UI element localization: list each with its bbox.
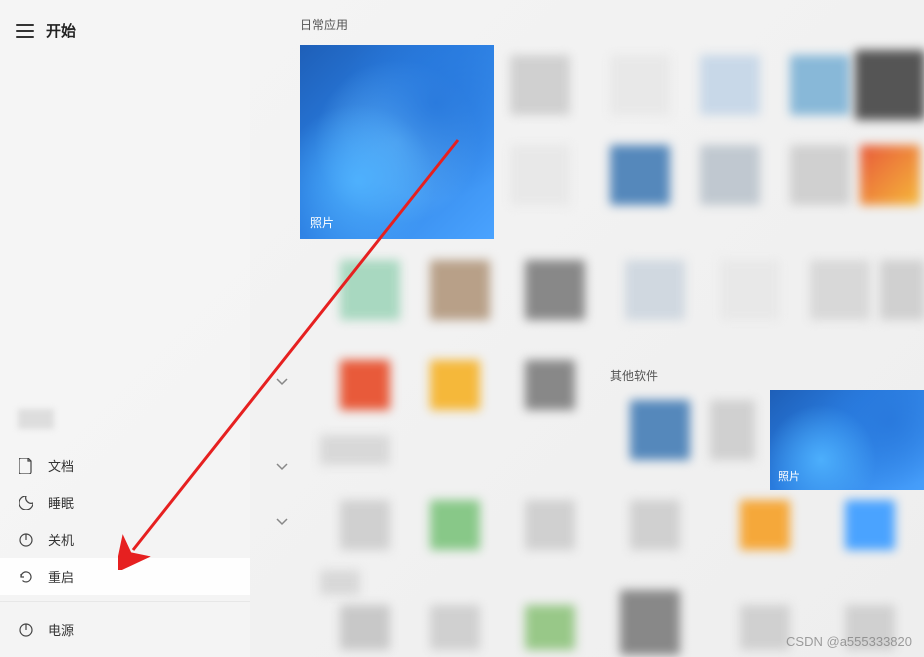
hamburger-icon[interactable]	[16, 24, 34, 38]
user-section-blurred	[18, 409, 54, 429]
app-tile-blurred[interactable]	[510, 55, 570, 115]
app-tile-blurred[interactable]	[610, 145, 670, 205]
photos-tile-small[interactable]: 照片	[770, 390, 924, 490]
menu-power[interactable]: 电源	[0, 601, 250, 657]
app-tile-blurred[interactable]	[340, 500, 390, 550]
app-tile-blurred[interactable]	[510, 145, 570, 205]
app-tile-blurred[interactable]	[710, 400, 755, 460]
app-tile-blurred[interactable]	[620, 590, 680, 655]
chevron-down-icon[interactable]	[270, 370, 294, 394]
menu-shutdown[interactable]: 关机	[0, 521, 250, 558]
app-tile-blurred[interactable]	[700, 145, 760, 205]
app-tile-blurred[interactable]	[430, 605, 480, 650]
sidebar: 开始 文档 睡眠 关机 重启 电源	[0, 0, 250, 657]
start-title: 开始	[46, 20, 76, 41]
app-tile-blurred[interactable]	[790, 145, 850, 205]
app-tile-blurred[interactable]	[880, 260, 924, 320]
app-tile-blurred[interactable]	[630, 500, 680, 550]
menu-label: 文档	[48, 456, 74, 475]
menu-label: 电源	[48, 620, 74, 639]
menu-sleep[interactable]: 睡眠	[0, 484, 250, 521]
restart-icon	[18, 569, 34, 585]
app-tile-blurred[interactable]	[790, 55, 850, 115]
chevron-down-icon[interactable]	[270, 510, 294, 534]
app-tile-blurred[interactable]	[740, 500, 790, 550]
app-tile-blurred[interactable]	[610, 55, 670, 115]
section-daily-apps: 日常应用	[300, 16, 914, 33]
app-tile-blurred[interactable]	[525, 260, 585, 320]
section-other-software: 其他软件	[610, 367, 658, 384]
app-tile-blurred[interactable]	[740, 605, 790, 650]
document-icon	[18, 458, 34, 474]
app-tile-blurred[interactable]	[630, 400, 690, 460]
watermark: CSDN @a555333820	[786, 634, 912, 649]
app-tile-blurred[interactable]	[525, 500, 575, 550]
app-tile-blurred[interactable]	[340, 360, 390, 410]
app-tile-blurred[interactable]	[845, 500, 895, 550]
app-tile-blurred[interactable]	[340, 260, 400, 320]
app-tile-blurred[interactable]	[430, 360, 480, 410]
menu-documents[interactable]: 文档	[0, 447, 250, 484]
app-tile-blurred[interactable]	[855, 50, 924, 120]
chevron-down-icon[interactable]	[270, 455, 294, 479]
app-tile-blurred[interactable]	[700, 55, 760, 115]
menu-label: 关机	[48, 530, 74, 549]
app-tile-blurred[interactable]	[320, 570, 360, 595]
app-tile-blurred[interactable]	[720, 260, 780, 320]
moon-icon	[18, 495, 34, 511]
app-tile-blurred[interactable]	[860, 145, 920, 205]
app-tile-blurred[interactable]	[430, 260, 490, 320]
power-icon	[18, 622, 34, 638]
app-tile-blurred[interactable]	[525, 360, 575, 410]
photos-tile-large[interactable]: 照片	[300, 45, 494, 239]
power-icon	[18, 532, 34, 548]
app-tile-blurred[interactable]	[320, 435, 390, 465]
app-tile-blurred[interactable]	[430, 500, 480, 550]
main-content: 日常应用 照片 其他软件 照片	[260, 0, 924, 657]
sidebar-header: 开始	[0, 0, 250, 61]
tile-label: 照片	[778, 468, 800, 484]
menu-label: 睡眠	[48, 493, 74, 512]
tile-label: 照片	[310, 214, 334, 231]
app-tile-blurred[interactable]	[340, 605, 390, 650]
menu-restart[interactable]: 重启	[0, 558, 250, 595]
app-tile-blurred[interactable]	[525, 605, 575, 650]
menu-label: 重启	[48, 567, 74, 586]
app-tile-blurred[interactable]	[625, 260, 685, 320]
app-tile-blurred[interactable]	[810, 260, 870, 320]
